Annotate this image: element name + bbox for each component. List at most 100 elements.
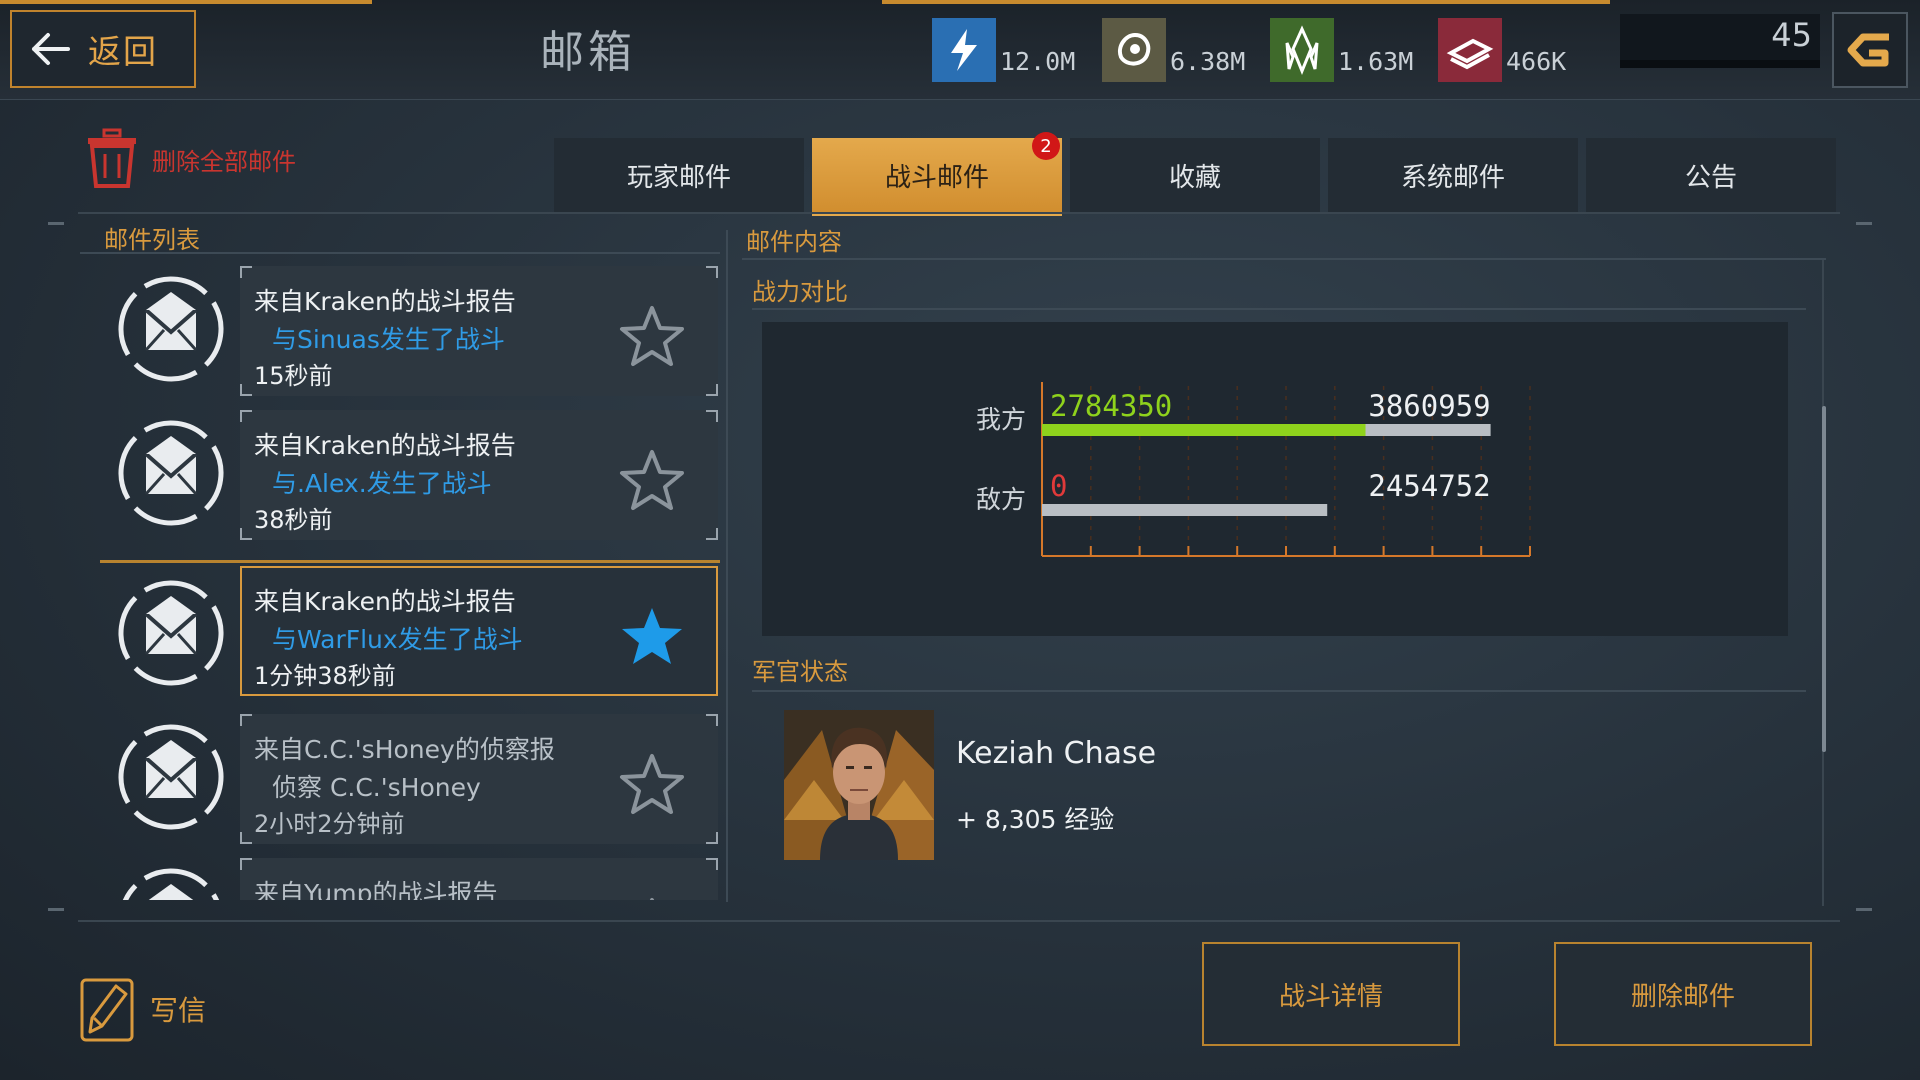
mail-detail: 与WarFlux发生了战斗: [272, 625, 523, 654]
mail-envelope-icon: [114, 576, 228, 690]
star-outline-icon[interactable]: [618, 304, 686, 368]
logo-g-icon: [1847, 33, 1889, 67]
bar-total: [1042, 504, 1328, 516]
mail-list[interactable]: 来自Kraken的战斗报告 与Sinuas发生了战斗 15秒前 来自Kraken…: [100, 262, 720, 900]
mail-content-title: 邮件内容: [746, 228, 842, 256]
mail-time: 1分钟38秒前: [254, 662, 396, 690]
star-outline-icon[interactable]: [618, 448, 686, 512]
mail-subject: 来自Yump的战斗报告: [254, 879, 498, 900]
tab-system-mail[interactable]: 系统邮件: [1328, 138, 1578, 212]
mail-tabs: 玩家邮件 战斗邮件 2 收藏 系统邮件 公告: [554, 132, 1836, 216]
resource-energy[interactable]: 12.0M: [932, 2, 1075, 82]
tab-label: 收藏: [1168, 162, 1221, 193]
tab-battle-mail[interactable]: 战斗邮件 2: [812, 132, 1062, 216]
back-button[interactable]: 返回: [10, 10, 196, 88]
list-item[interactable]: 来自Yump的战斗报告: [100, 854, 720, 900]
mail-envelope-icon: [114, 272, 228, 386]
pencil-icon: [80, 978, 134, 1042]
write-mail-label: 写信: [150, 994, 207, 1027]
frame-corner: [1856, 908, 1872, 911]
level-number: 45: [1771, 16, 1812, 54]
power-chart-svg: 我方 2784350 3860959 敌方 0 2454752: [976, 382, 1531, 557]
mail-card[interactable]: 来自Kraken的战斗报告 与.Alex.发生了战斗 38秒前: [240, 410, 718, 540]
xp-unit: 经验: [1064, 805, 1115, 834]
resource-alloy[interactable]: 466K: [1438, 2, 1566, 82]
write-mail-button[interactable]: 写信: [80, 974, 206, 1044]
resource-ore[interactable]: 6.38M: [1102, 2, 1245, 82]
power-comparison-chart: 我方 2784350 3860959 敌方 0 2454752: [762, 322, 1788, 636]
delete-all-button[interactable]: 删除全部邮件: [84, 128, 296, 190]
mail-card[interactable]: 来自Yump的战斗报告: [240, 858, 718, 900]
arrow-left-icon: [32, 33, 70, 65]
back-label: 返回: [88, 32, 158, 71]
top-bar: 返回 邮箱 12.0M 6.38M 1.63M 466K 45: [0, 0, 1920, 100]
content-scrollbar[interactable]: [1822, 406, 1826, 752]
tab-label: 公告: [1684, 162, 1737, 193]
mail-subject: 来自C.C.'sHoney的侦察报: [254, 735, 555, 764]
ore-icon: [1102, 18, 1166, 82]
top-accent-line: [0, 0, 372, 4]
mail-envelope-icon: [114, 864, 228, 900]
mail-detail: 与Sinuas发生了战斗: [272, 325, 505, 354]
resource-value: 6.38M: [1170, 47, 1246, 76]
tab-label: 玩家邮件: [626, 162, 731, 193]
officer-header-line: [752, 690, 1806, 692]
xp-bar: [1620, 60, 1820, 68]
mail-subject: 来自Kraken的战斗报告: [254, 587, 516, 616]
tab-favorites[interactable]: 收藏: [1070, 138, 1320, 212]
list-divider: [726, 230, 728, 902]
mail-card[interactable]: 来自C.C.'sHoney的侦察报 侦察 C.C.'sHoney 2小时2分钟前: [240, 714, 718, 844]
content-header-line: [742, 258, 1826, 260]
mail-envelope-icon: [114, 720, 228, 834]
list-item-selected[interactable]: 来自Kraken的战斗报告 与WarFlux发生了战斗 1分钟38秒前: [100, 560, 720, 702]
bar-current-label: 0: [1050, 469, 1067, 503]
mail-time: 2小时2分钟前: [254, 810, 405, 838]
bar-current: [1042, 424, 1366, 436]
list-item[interactable]: 来自C.C.'sHoney的侦察报 侦察 C.C.'sHoney 2小时2分钟前: [100, 710, 720, 846]
bar-category-label: 我方: [976, 405, 1026, 434]
list-item[interactable]: 来自Kraken的战斗报告 与.Alex.发生了战斗 38秒前: [100, 406, 720, 542]
officer-title: 军官状态: [752, 658, 848, 686]
crystal-icon: [1270, 18, 1334, 82]
power-title: 战力对比: [752, 278, 848, 306]
mail-time: 15秒前: [254, 362, 333, 390]
list-item[interactable]: 来自Kraken的战斗报告 与Sinuas发生了战斗 15秒前: [100, 262, 720, 398]
bar-category-label: 敌方: [976, 485, 1026, 514]
resource-value: 466K: [1506, 47, 1567, 76]
mail-subject: 来自Kraken的战斗报告: [254, 287, 516, 316]
level-display: 45: [1620, 14, 1820, 68]
tab-announcements[interactable]: 公告: [1586, 138, 1836, 212]
star-outline-icon[interactable]: [618, 752, 686, 816]
bottom-divider: [78, 920, 1840, 922]
officer-portrait: [784, 710, 934, 860]
battle-detail-button[interactable]: 战斗详情: [1202, 942, 1460, 1046]
commander-button[interactable]: [1832, 12, 1908, 88]
star-outline-icon[interactable]: [618, 896, 686, 900]
mail-list-title: 邮件列表: [104, 226, 200, 254]
frame-corner: [48, 222, 64, 225]
mail-card[interactable]: 来自Kraken的战斗报告 与Sinuas发生了战斗 15秒前: [240, 266, 718, 396]
mail-subject: 来自Kraken的战斗报告: [254, 431, 516, 460]
energy-icon: [932, 18, 996, 82]
mail-detail: 与.Alex.发生了战斗: [272, 469, 492, 498]
star-filled-icon[interactable]: [618, 604, 686, 668]
alloy-icon: [1438, 18, 1502, 82]
bar-total-label: 3860959: [1368, 389, 1490, 423]
delete-mail-button[interactable]: 删除邮件: [1554, 942, 1812, 1046]
resource-value: 12.0M: [1000, 47, 1076, 76]
resource-value: 1.63M: [1338, 47, 1414, 76]
xp-value: + 8,305: [956, 805, 1057, 834]
frame-corner: [1856, 222, 1872, 225]
resource-crystal[interactable]: 1.63M: [1270, 2, 1413, 82]
tab-player-mail[interactable]: 玩家邮件: [554, 138, 804, 212]
tab-label: 战斗邮件: [884, 162, 989, 193]
tabs-divider: [78, 212, 1840, 214]
unread-badge: 2: [1032, 132, 1060, 160]
tab-label: 系统邮件: [1400, 162, 1505, 193]
bar-current-label: 2784350: [1050, 389, 1172, 423]
mail-card[interactable]: 来自Kraken的战斗报告 与WarFlux发生了战斗 1分钟38秒前: [240, 566, 718, 696]
frame-corner: [48, 908, 64, 911]
mail-envelope-icon: [114, 416, 228, 530]
officer-name: Keziah Chase: [956, 736, 1157, 771]
officer-xp-gain: + 8,305 经验: [956, 800, 1114, 836]
